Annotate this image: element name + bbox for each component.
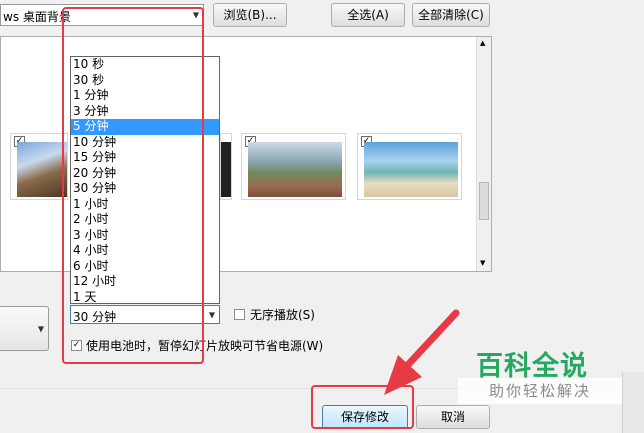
wallpaper-thumbnail[interactable]: ✓ (10, 133, 68, 200)
dark-image (221, 142, 231, 197)
picture-position-combo[interactable]: ▼ (0, 306, 49, 351)
rice-terraces-image (248, 142, 342, 197)
picture-list-scrollbar[interactable]: ▲ ▼ (476, 37, 491, 271)
browse-button[interactable]: 浏览(B)... (213, 3, 287, 27)
cancel-button[interactable]: 取消 (416, 405, 490, 429)
wallpaper-thumbnail[interactable]: ✓ (241, 133, 346, 200)
select-all-button[interactable]: 全选(A) (331, 3, 405, 27)
shuffle-label: 无序播放(S) (250, 308, 315, 322)
wallpaper-thumbnail[interactable] (220, 133, 232, 200)
annotation-arrow-icon (384, 309, 460, 395)
picture-location-value: ws 桌面背景 (3, 10, 71, 24)
chevron-down-icon: ▼ (37, 324, 44, 333)
scroll-down-arrow-icon[interactable]: ▼ (480, 259, 485, 267)
beach-image (364, 142, 458, 197)
scroll-up-arrow-icon[interactable]: ▲ (480, 39, 485, 47)
wallpaper-thumbnail[interactable]: ✓ (357, 133, 462, 200)
annotation-box-interval (62, 7, 204, 364)
shuffle-checkbox[interactable] (234, 309, 245, 320)
clear-all-button[interactable]: 全部清除(C) (412, 3, 490, 27)
great-wall-image (17, 142, 67, 197)
footer-right-edge (622, 372, 644, 433)
chevron-down-icon: ▼ (208, 310, 215, 319)
watermark-subtitle: 助你轻松解决 (458, 378, 622, 404)
scroll-thumb[interactable] (479, 182, 489, 220)
